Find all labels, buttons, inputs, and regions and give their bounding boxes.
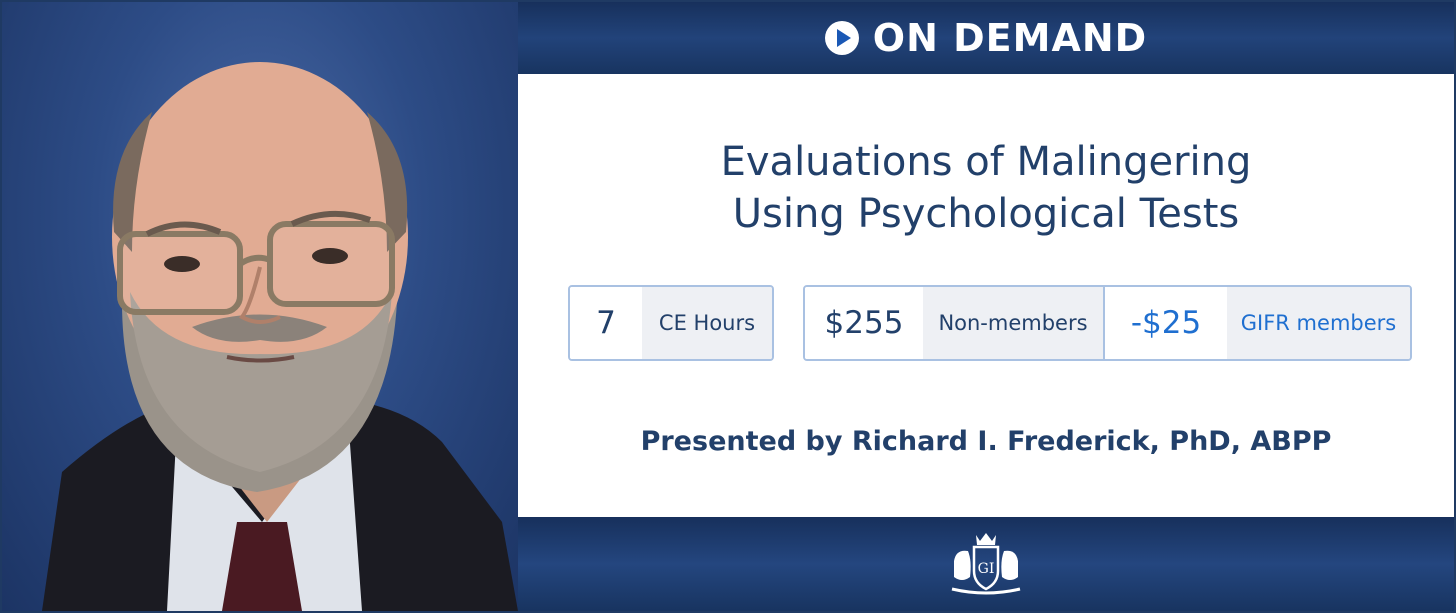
ce-hours-label: CE Hours xyxy=(642,287,772,359)
pricing-box: $255 Non-members -$25 GIFR members xyxy=(803,285,1412,361)
course-title-line-1: Evaluations of Malingering xyxy=(720,139,1252,185)
gifr-crest-logo: GI xyxy=(951,533,1021,595)
ce-hours-box: 7 CE Hours xyxy=(568,285,774,361)
member-discount: -$25 xyxy=(1105,287,1227,359)
presenter-portrait-illustration xyxy=(42,62,518,611)
course-banner: ON DEMAND Evaluations of Malingering Usi… xyxy=(0,0,1456,613)
ce-hours-value: 7 xyxy=(570,287,642,359)
on-demand-label: ON DEMAND xyxy=(872,16,1148,60)
play-circle-icon xyxy=(824,21,859,55)
non-member-label: Non-members xyxy=(923,287,1105,359)
footer-bar: GI xyxy=(518,517,1454,611)
course-details: Evaluations of Malingering Using Psychol… xyxy=(518,74,1454,517)
course-title: Evaluations of Malingering Using Psychol… xyxy=(518,136,1454,240)
course-title-line-2: Using Psychological Tests xyxy=(732,191,1240,237)
non-member-price: $255 xyxy=(805,287,923,359)
info-panel: ON DEMAND Evaluations of Malingering Usi… xyxy=(518,2,1454,611)
on-demand-header: ON DEMAND xyxy=(518,2,1454,74)
logo-monogram: GI xyxy=(978,561,995,577)
member-label: GIFR members xyxy=(1227,287,1410,359)
presenter-credit: Presented by Richard I. Frederick, PhD, … xyxy=(640,426,1332,457)
presenter-photo xyxy=(2,2,518,611)
